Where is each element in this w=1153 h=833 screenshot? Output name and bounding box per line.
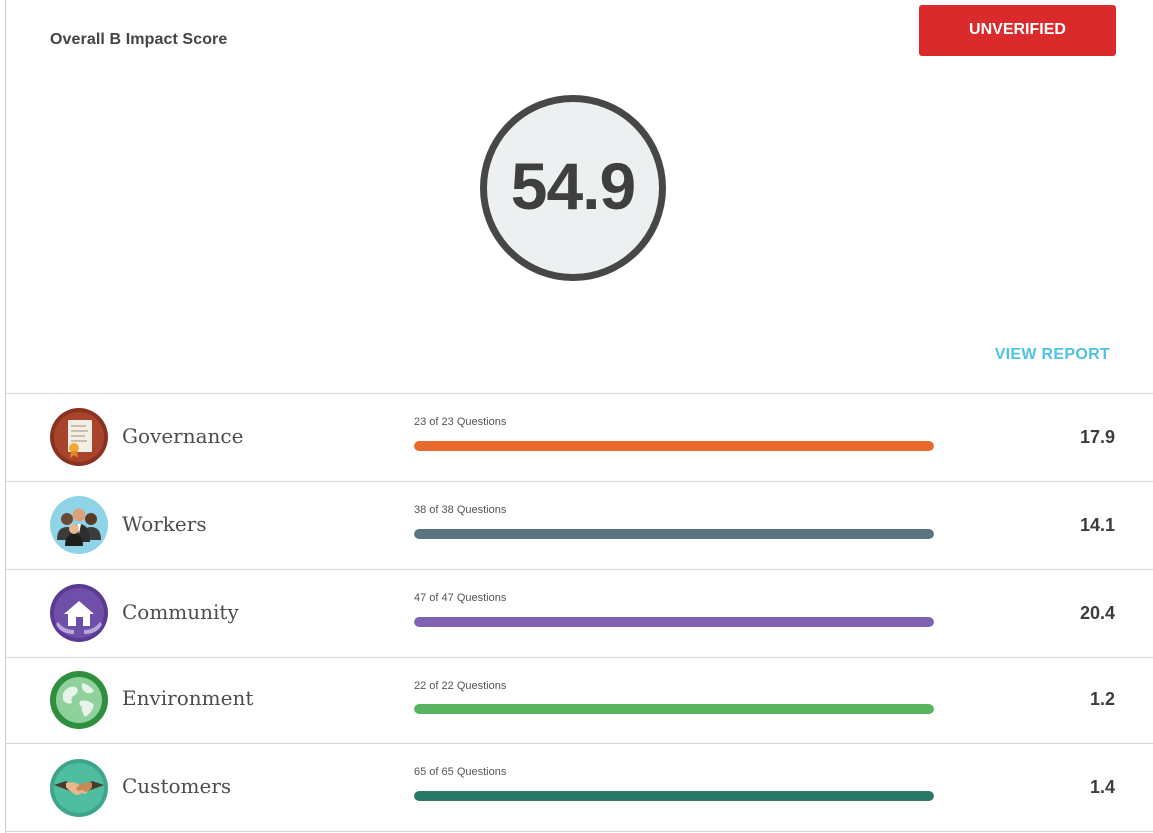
category-question-count: 65 of 65 Questions — [414, 766, 507, 778]
category-score: 20.4 — [1079, 603, 1115, 623]
category-progress-fill — [414, 529, 934, 539]
category-question-count: 22 of 22 Questions — [414, 680, 507, 692]
category-score: 1.4 — [1089, 777, 1115, 797]
category-name: Environment — [122, 686, 254, 710]
category-row-governance[interactable]: Governance 23 of 23 Questions 17.9 — [6, 394, 1153, 482]
category-name: Customers — [122, 774, 232, 798]
category-row-workers[interactable]: Workers 38 of 38 Questions 14.1 — [6, 482, 1153, 570]
category-score: 1.2 — [1089, 689, 1115, 709]
category-row-customers[interactable]: Customers 65 of 65 Questions 1.4 — [6, 744, 1153, 832]
impact-score-card: Overall B Impact Score UNVERIFIED 54.9 V… — [0, 0, 1153, 833]
category-progress-fill — [414, 617, 934, 627]
unverified-status-button[interactable]: UNVERIFIED — [919, 5, 1116, 56]
category-progress-bar — [414, 529, 934, 539]
category-name: Governance — [122, 424, 244, 448]
category-row-community[interactable]: Community 47 of 47 Questions 20.4 — [6, 570, 1153, 658]
category-progress-bar — [414, 617, 934, 627]
certificate-document-icon — [50, 408, 108, 466]
globe-icon — [50, 671, 108, 729]
category-question-count: 23 of 23 Questions — [414, 416, 507, 428]
category-progress-bar — [414, 704, 934, 714]
category-row-environment[interactable]: Environment 22 of 22 Questions 1.2 — [6, 658, 1153, 746]
divider — [5, 831, 1153, 832]
category-progress-bar — [414, 441, 934, 451]
people-group-icon — [50, 496, 108, 554]
category-score: 17.9 — [1079, 427, 1115, 447]
house-hands-icon — [50, 584, 108, 642]
category-progress-bar — [414, 791, 934, 801]
category-question-count: 47 of 47 Questions — [414, 592, 507, 604]
category-name: Workers — [122, 512, 207, 536]
category-question-count: 38 of 38 Questions — [414, 504, 507, 516]
card-title: Overall B Impact Score — [50, 31, 228, 48]
category-name: Community — [122, 600, 239, 624]
category-progress-fill — [414, 791, 934, 801]
view-report-link[interactable]: VIEW REPORT — [995, 346, 1110, 364]
category-progress-fill — [414, 704, 934, 714]
category-score: 14.1 — [1079, 515, 1115, 535]
overall-score-circle: 54.9 — [480, 95, 666, 281]
category-progress-fill — [414, 441, 934, 451]
overall-score-value: 54.9 — [510, 149, 636, 223]
handshake-icon — [50, 759, 108, 817]
